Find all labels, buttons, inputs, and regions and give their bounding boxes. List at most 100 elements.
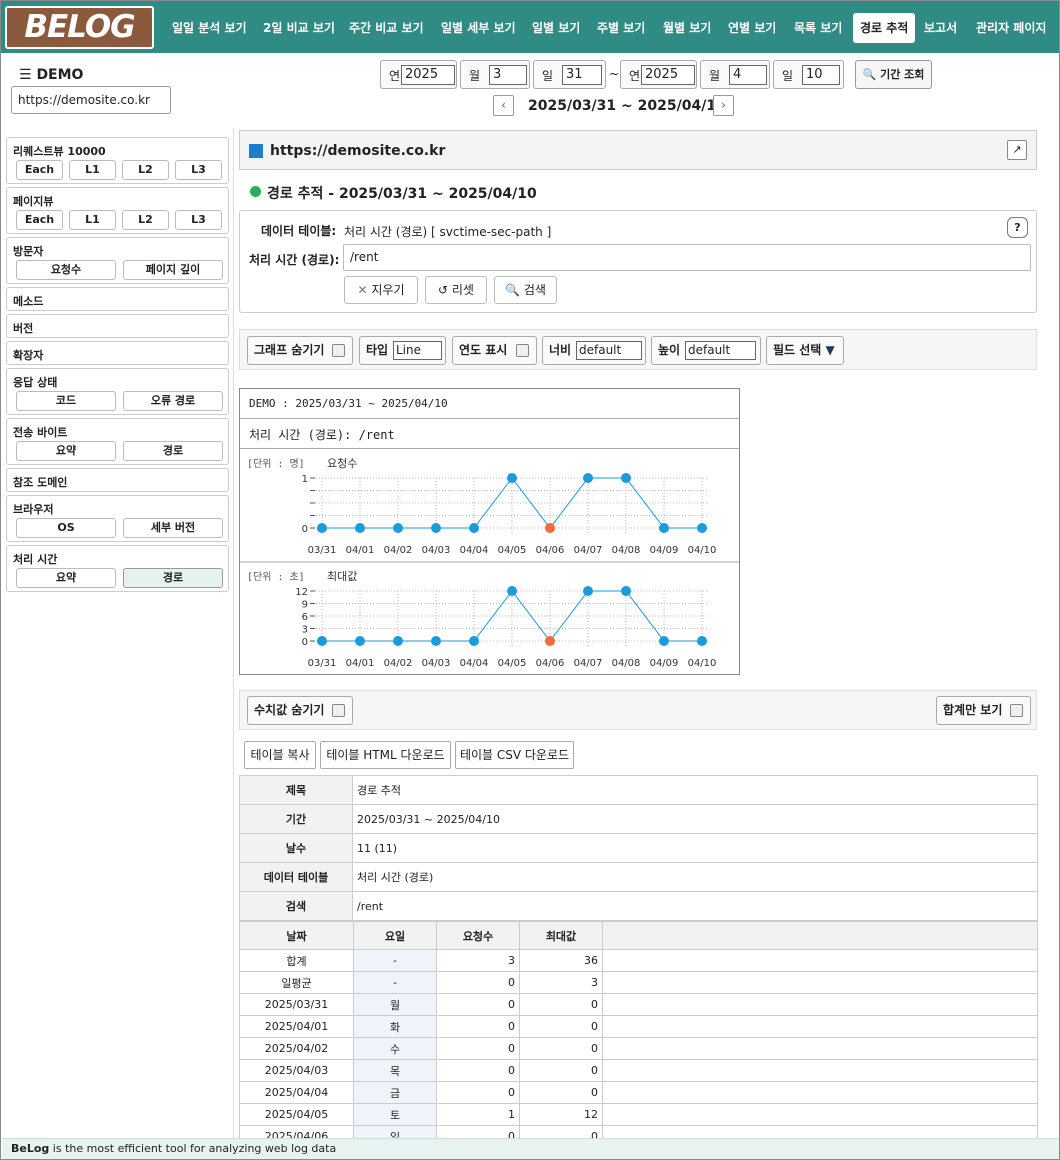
table-cell: 토 — [353, 1103, 437, 1126]
sidebar-button[interactable]: 경로 — [123, 441, 223, 461]
nav-10-active[interactable]: 경로 추적 — [853, 13, 916, 43]
year-label: 연 — [629, 69, 641, 83]
copy-table-button[interactable]: 테이블 복사 — [244, 741, 316, 769]
sidebar-button[interactable]: 세부 버전 — [123, 518, 223, 538]
info-row: 기간 2025/03/31 ~ 2025/04/10 — [239, 804, 1038, 834]
sidebar-group-title[interactable]: 응답 상태 — [13, 374, 57, 390]
to-year-input[interactable]: 2025 — [641, 65, 695, 85]
sidebar-group-title[interactable]: 확장자 — [13, 347, 43, 363]
nav-3[interactable]: 주간 비교 보기 — [349, 13, 424, 43]
reset-button[interactable]: ↺ 리셋 — [425, 276, 487, 304]
sidebar-group-title[interactable]: 참조 도메인 — [13, 474, 67, 490]
sidebar-button[interactable]: 오류 경로 — [123, 391, 223, 411]
from-day-input[interactable]: 31 — [562, 65, 602, 85]
table-row: 2025/03/31 월 0 0 — [239, 993, 1038, 1016]
path-input[interactable]: /rent — [343, 244, 1031, 271]
sum-only-toggle[interactable]: 합계만 보기 — [936, 696, 1031, 725]
help-button[interactable]: ? — [1007, 217, 1028, 238]
nav-6[interactable]: 주별 보기 — [597, 13, 645, 43]
site-menu[interactable]: ☰ DEMO — [19, 67, 83, 83]
download-html-button[interactable]: 테이블 HTML 다운로드 — [320, 741, 451, 769]
x-tick-label: 04/04 — [460, 545, 489, 556]
year-display-toggle[interactable]: 연도 표시 — [452, 336, 537, 365]
checkbox-icon[interactable] — [516, 344, 529, 357]
sidebar-button[interactable]: 경로 — [123, 568, 223, 588]
sidebar-group-title[interactable]: 방문자 — [13, 243, 43, 259]
sidebar-button[interactable]: L1 — [69, 210, 116, 230]
nav-7[interactable]: 월별 보기 — [663, 13, 711, 43]
download-csv-button[interactable]: 테이블 CSV 다운로드 — [455, 741, 574, 769]
sidebar-group-title[interactable]: 페이지뷰 — [13, 193, 53, 209]
checkbox-icon[interactable] — [332, 344, 345, 357]
nav-4[interactable]: 일별 세부 보기 — [441, 13, 516, 43]
sidebar-button[interactable]: L3 — [175, 210, 222, 230]
hide-graph-toggle[interactable]: 그래프 숨기기 — [247, 336, 353, 365]
column-header[interactable]: 최대값 — [519, 921, 603, 950]
external-link-button[interactable]: ↗ — [1007, 140, 1027, 160]
table-cell: 0 — [436, 1037, 520, 1060]
sidebar-button[interactable]: 코드 — [16, 391, 116, 411]
to-day-input[interactable]: 10 — [802, 65, 840, 85]
sidebar-button[interactable]: L3 — [175, 160, 222, 180]
height-input[interactable]: default — [685, 341, 756, 360]
from-month-input[interactable]: 3 — [489, 65, 527, 85]
trace-title: 경로 추적 - 2025/03/31 ~ 2025/04/10 — [267, 186, 537, 202]
sidebar-button[interactable]: L2 — [122, 160, 169, 180]
sidebar-group-title[interactable]: 메소드 — [13, 293, 43, 309]
period-search-button[interactable]: 🔍 기간 조회 — [855, 60, 932, 89]
field-select-button[interactable]: 필드 선택 ▼ — [766, 336, 844, 365]
column-header[interactable]: 요청수 — [436, 921, 520, 950]
height-field: 높이 default — [651, 336, 761, 365]
checkbox-icon[interactable] — [332, 704, 345, 717]
sidebar-group-title[interactable]: 처리 시간 — [13, 551, 57, 567]
column-header[interactable]: 요일 — [353, 921, 437, 950]
table-cell: - — [353, 949, 437, 972]
hamburger-icon[interactable]: ☰ — [19, 67, 32, 83]
filler-cell — [602, 949, 1038, 972]
nav-9[interactable]: 목록 보기 — [794, 13, 842, 43]
y-tick-label: 3 — [302, 625, 308, 636]
nav-11[interactable]: 보고서 — [924, 13, 957, 43]
checkbox-icon[interactable] — [1010, 704, 1023, 717]
to-month-input[interactable]: 4 — [729, 65, 767, 85]
sidebar-button[interactable]: Each — [16, 210, 63, 230]
data-point — [583, 473, 593, 483]
sidebar-divider — [233, 128, 234, 1138]
data-point — [355, 523, 365, 533]
sidebar-button[interactable]: 페이지 깊이 — [123, 260, 223, 280]
column-header[interactable]: 날짜 — [239, 921, 354, 950]
sidebar-button[interactable]: OS — [16, 518, 116, 538]
sidebar-group-title[interactable]: 전송 바이트 — [13, 424, 67, 440]
sidebar-button[interactable]: L1 — [69, 160, 116, 180]
nav-1[interactable]: 일일 분석 보기 — [172, 13, 247, 43]
table-cell: 0 — [436, 1081, 520, 1104]
sidebar-button[interactable]: Each — [16, 160, 63, 180]
sidebar-group-title[interactable]: 리퀘스트뷰 10000 — [13, 143, 106, 159]
from-year-input[interactable]: 2025 — [401, 65, 455, 85]
width-input[interactable]: default — [576, 341, 642, 360]
site-url-field[interactable]: https://demosite.co.kr — [11, 86, 171, 114]
info-row: 제목 경로 추적 — [239, 775, 1038, 805]
prev-period-button[interactable]: ‹ — [493, 95, 514, 116]
sidebar-group-title[interactable]: 버전 — [13, 320, 33, 336]
hide-values-toggle[interactable]: 수치값 숨기기 — [247, 696, 353, 725]
nav-12[interactable]: 관리자 페이지 — [976, 13, 1046, 43]
search-button[interactable]: 🔍 검색 — [494, 276, 557, 304]
nav-8[interactable]: 연별 보기 — [728, 13, 776, 43]
type-input[interactable]: Line — [393, 341, 442, 360]
nav-5[interactable]: 일별 보기 — [532, 13, 580, 43]
sidebar-button[interactable]: L2 — [122, 210, 169, 230]
sidebar-button[interactable]: 요청수 — [16, 260, 116, 280]
clear-button[interactable]: ✕ 지우기 — [344, 276, 418, 304]
data-point — [431, 636, 441, 646]
sidebar-group-title[interactable]: 브라우저 — [13, 501, 53, 517]
sidebar-button[interactable]: 요약 — [16, 441, 116, 461]
filler-cell — [602, 993, 1038, 1016]
belog-logo[interactable]: BELOG — [5, 6, 154, 49]
next-period-button[interactable]: › — [713, 95, 734, 116]
sidebar-button[interactable]: 요약 — [16, 568, 116, 588]
y-tick-label: 1 — [302, 474, 308, 485]
data-point — [317, 523, 327, 533]
nav-2[interactable]: 2일 비교 보기 — [263, 13, 335, 43]
x-tick-label: 04/10 — [688, 658, 717, 669]
